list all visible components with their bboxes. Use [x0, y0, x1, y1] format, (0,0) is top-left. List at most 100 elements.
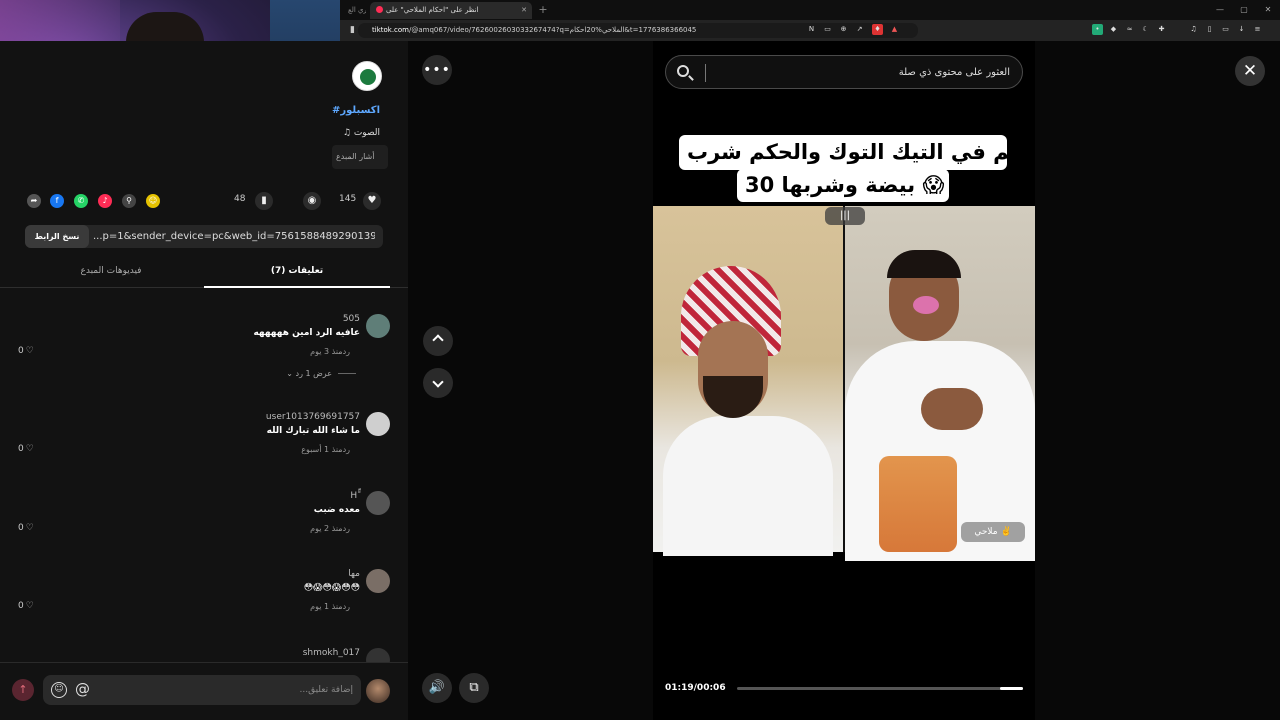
my-avatar — [366, 679, 390, 703]
comment-avatar[interactable] — [366, 491, 390, 515]
hashtag-link[interactable]: #اكسبلور — [332, 105, 380, 116]
comment-box: ☺ @ — [43, 675, 361, 705]
music-icon[interactable]: ♫ — [1188, 24, 1199, 35]
tab-creator-videos[interactable]: فيديوهات المبدع — [18, 260, 204, 288]
link-icon[interactable]: ⚲ — [122, 194, 136, 208]
chevron-down-icon: ⌄ — [286, 369, 296, 378]
maximize-icon[interactable]: ▢ — [1232, 0, 1256, 20]
comment-avatar[interactable] — [366, 314, 390, 338]
copy-link-button[interactable]: نسخ الرابط — [25, 225, 89, 248]
heart-effect — [913, 296, 939, 314]
video-player-area: ••• ✕ 🔊 ⧉ العثور على محتوى ذي صلة ||| ان… — [408, 41, 1280, 720]
comment-item: user1013769691757 ما شاء الله تبارك الله ر… — [0, 412, 408, 492]
download-icon[interactable]: ↓ — [1236, 24, 1247, 35]
heart-outline-icon: ♡ — [25, 346, 34, 356]
browser-tab-active[interactable]: انظر على "احكام الملاحي" على ✕ — [370, 2, 532, 19]
facebook-icon[interactable]: f — [50, 194, 64, 208]
close-tab-icon[interactable]: ✕ — [521, 2, 527, 19]
view-replies-button[interactable]: ⌄ عرض 1 رد — [286, 369, 356, 378]
screen-icon[interactable]: ▭ — [822, 24, 833, 35]
caption-line-1: انحكم في التيك التوك والحكم شرب — [679, 135, 1035, 170]
comment-like-count: 0 — [18, 601, 24, 611]
comment-time: منذ 1 أسبوع — [301, 445, 343, 454]
comment-icon[interactable]: ◉ — [303, 192, 321, 210]
search-icon — [677, 65, 689, 77]
share-icon[interactable]: ➦ — [27, 194, 41, 208]
comment-item: shmokh_017 — [0, 648, 408, 672]
extension-icon-4[interactable]: ☾ — [1140, 24, 1151, 35]
close-icon[interactable]: ✕ — [1235, 56, 1265, 86]
reply-button[interactable]: رد — [343, 445, 350, 454]
comment-like[interactable]: 0 ♡ — [18, 346, 34, 356]
share-link-text[interactable]: ...p=1&sender_device=pc&web_id=756158848… — [93, 225, 375, 248]
extensions-puzzle-icon[interactable]: ✚ — [1156, 24, 1167, 35]
audio-wave-icon: ||| — [825, 207, 865, 225]
comment-input[interactable] — [101, 675, 353, 705]
emoji-icon[interactable]: ☺ — [51, 682, 67, 698]
screen: مختاري الع انظر على "احكام الملاحي" على … — [0, 0, 1280, 720]
search-placeholder: العثور على محتوى ذي صلة — [898, 67, 1010, 78]
next-video-button[interactable] — [423, 368, 453, 398]
playback-time: 01:19/00:06 — [665, 683, 726, 693]
mention-icon[interactable]: @ — [75, 680, 90, 698]
extension-icon-2[interactable]: ◆ — [1108, 24, 1119, 35]
comment-like-count: 0 — [18, 346, 24, 356]
heart-outline-icon: ♡ — [25, 523, 34, 533]
zoom-icon[interactable]: ⊕ — [838, 24, 849, 35]
browser-tab-bar: مختاري الع انظر على "احكام الملاحي" على … — [340, 0, 1280, 20]
tab-comments[interactable]: (7) تعليقات — [204, 260, 390, 288]
progress-bar[interactable] — [737, 687, 1023, 690]
heart-icon[interactable]: ♥ — [363, 192, 381, 210]
reply-button[interactable]: رد — [343, 524, 350, 533]
whatsapp-icon[interactable]: ✆ — [74, 194, 88, 208]
share-icon[interactable]: ↗ — [854, 24, 865, 35]
embed-icon[interactable]: ☺ — [146, 194, 160, 208]
wallet-icon[interactable]: ▭ — [1220, 24, 1231, 35]
extension-icon-3[interactable]: ≈ — [1124, 24, 1135, 35]
address-bar[interactable]: tiktok.com/@amq067/video/762600260303326… — [358, 23, 918, 38]
menu-icon[interactable]: ≡ — [1252, 24, 1263, 35]
comment-like[interactable]: 0 ♡ — [18, 523, 34, 533]
bookmark-icon[interactable]: ▮ — [255, 192, 273, 210]
related-search-bar[interactable]: العثور على محتوى ذي صلة — [665, 55, 1023, 89]
new-tab-button[interactable]: + — [536, 2, 550, 18]
comment-text: 😳😱😳😱😳😳 — [303, 583, 360, 593]
comment-username[interactable]: مها — [348, 569, 360, 579]
close-window-icon[interactable]: ✕ — [1256, 0, 1280, 20]
reply-button[interactable]: رد — [343, 347, 350, 356]
send-button[interactable]: ↑ — [12, 679, 34, 701]
comment-like[interactable]: 0 ♡ — [18, 601, 34, 611]
warning-icon[interactable]: ▲ — [889, 24, 900, 35]
replies-line — [338, 373, 356, 374]
comment-like-count: 0 — [18, 444, 24, 454]
shield-icon[interactable]: ♦ — [872, 24, 883, 35]
picture-in-picture-icon[interactable]: ⧉ — [459, 673, 489, 703]
browser-tab-other[interactable]: مختاري الع — [342, 2, 366, 19]
comment-avatar[interactable] — [366, 412, 390, 436]
actions-row: ➦ f ✆ ♪ ⚲ ☺ 48 ▮ ◉ 145 ♥ — [0, 191, 408, 211]
translate-icon[interactable]: N — [806, 24, 817, 35]
progress-fill — [1000, 687, 1023, 690]
caption-line-2: 30 بيضة وشربها 😱 — [737, 169, 949, 202]
comment-like[interactable]: 0 ♡ — [18, 444, 34, 454]
reply-button[interactable]: رد — [343, 602, 350, 611]
sidebar-icon[interactable]: ▯ — [1204, 24, 1215, 35]
right-man-hair — [887, 250, 961, 278]
video[interactable]: العثور على محتوى ذي صلة ||| انحكم في الت… — [653, 41, 1035, 720]
creator-avatar[interactable] — [352, 61, 382, 91]
comment-avatar[interactable] — [366, 569, 390, 593]
browser-toolbar: ▮ tiktok.com/@amq067/video/7626002603033… — [340, 20, 1280, 41]
comment-username[interactable]: shmokh_017 — [303, 648, 360, 658]
comment-username[interactable]: user1013769691757 — [266, 412, 360, 422]
extension-icon-1[interactable]: • — [1092, 24, 1103, 35]
split-divider — [843, 206, 845, 552]
sound-link[interactable]: ♫ الصوت — [343, 128, 380, 138]
more-options-icon[interactable]: ••• — [422, 55, 452, 85]
comment-text: معده ضبب — [313, 505, 360, 515]
tiktok-share-icon[interactable]: ♪ — [98, 194, 112, 208]
previous-video-button[interactable] — [423, 326, 453, 356]
comment-username[interactable]: 505 — [343, 314, 360, 324]
comment-username[interactable]: H ٍّ — [350, 491, 360, 501]
volume-icon[interactable]: 🔊 — [422, 673, 452, 703]
minimize-icon[interactable]: — — [1208, 0, 1232, 20]
